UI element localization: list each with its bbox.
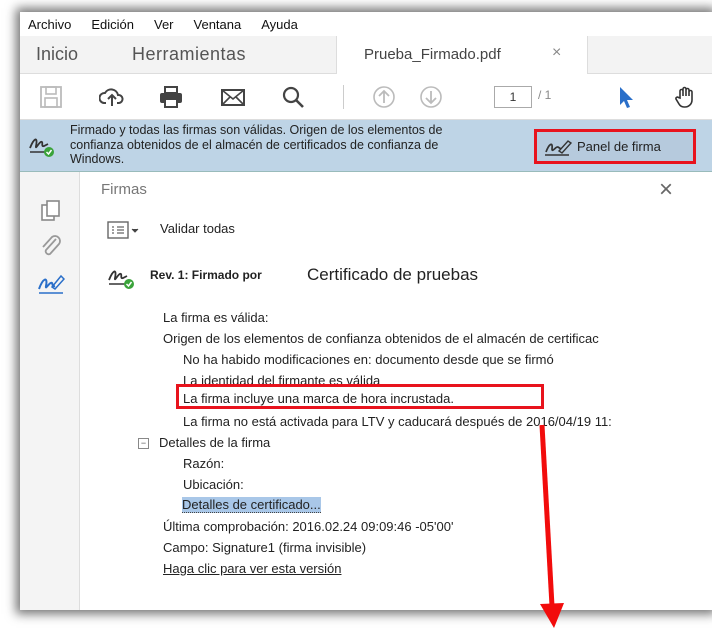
reason-label: Razón: xyxy=(183,456,225,471)
hand-tool-icon[interactable] xyxy=(672,83,700,111)
email-icon[interactable] xyxy=(219,83,247,111)
signature-status-text: Firmado y todas las firmas son válidas. … xyxy=(70,123,443,166)
field-text: Campo: Signature1 (firma invisible) xyxy=(163,540,367,555)
tab-herramientas[interactable]: Herramientas xyxy=(132,44,246,65)
signature-panel-button[interactable]: Panel de firma xyxy=(534,129,696,164)
location-label: Ubicación: xyxy=(183,477,244,492)
next-page-icon[interactable] xyxy=(417,83,445,111)
signature-status-banner: Firmado y todas las firmas son válidas. … xyxy=(20,120,712,172)
attachment-icon[interactable] xyxy=(37,233,65,259)
panel-title: Firmas xyxy=(101,181,147,198)
tab-bar: Inicio Herramientas Prueba_Firmado.pdf × xyxy=(20,36,712,75)
tab-inicio[interactable]: Inicio xyxy=(36,44,78,65)
menu-ver[interactable]: Ver xyxy=(154,17,174,32)
cloud-upload-icon[interactable] xyxy=(98,83,126,111)
previous-page-icon[interactable] xyxy=(370,83,398,111)
tab-document-label: Prueba_Firmado.pdf xyxy=(364,46,501,63)
revision-label[interactable]: Rev. 1: Firmado por xyxy=(150,268,262,282)
signer-name: Certificado de pruebas xyxy=(307,265,479,284)
no-changes-text: No ha habido modificaciones en: document… xyxy=(183,352,554,367)
tab-document[interactable]: Prueba_Firmado.pdf × xyxy=(336,36,588,75)
signature-valid-text: La firma es válida: xyxy=(163,310,269,325)
last-check-text: Última comprobación: 2016.02.24 09:09:46… xyxy=(163,519,454,534)
menu-ventana[interactable]: Ventana xyxy=(194,17,242,32)
certificate-details-link[interactable]: Detalles de certificado... xyxy=(182,497,321,513)
signature-panel-label: Panel de firma xyxy=(577,139,661,154)
close-tab-icon[interactable]: × xyxy=(552,44,561,62)
search-icon[interactable] xyxy=(279,83,307,111)
signature-details-label[interactable]: Detalles de la firma xyxy=(159,435,270,450)
toolbar: 1 / 1 xyxy=(20,74,712,120)
view-version-link[interactable]: Haga clic para ver esta versión xyxy=(163,561,341,576)
ltv-text: La firma no está activada para LTV y cad… xyxy=(183,414,612,429)
menu-archivo[interactable]: Archivo xyxy=(28,17,71,32)
navigation-rail xyxy=(20,172,80,610)
menu-ayuda[interactable]: Ayuda xyxy=(261,17,298,32)
signatures-panel: Firmas × Validar todas Rev. 1: Firmado p… xyxy=(81,172,712,610)
select-cursor-icon[interactable] xyxy=(612,83,640,111)
toolbar-divider xyxy=(343,85,344,109)
validate-all-button[interactable]: Validar todas xyxy=(160,221,235,236)
pages-icon[interactable] xyxy=(37,198,65,224)
collapse-details-icon[interactable]: − xyxy=(138,438,149,449)
trust-origin-text: Origen de los elementos de confianza obt… xyxy=(163,331,599,346)
signatures-panel-icon[interactable] xyxy=(37,271,66,297)
save-icon[interactable] xyxy=(37,83,65,111)
options-menu-icon[interactable] xyxy=(107,220,147,240)
page-number-input[interactable]: 1 xyxy=(494,86,532,108)
signature-valid-icon xyxy=(28,132,56,158)
page-total: / 1 xyxy=(538,88,552,102)
print-icon[interactable] xyxy=(157,83,185,111)
signature-valid-icon xyxy=(107,264,137,290)
menu-bar: Archivo Edición Ver Ventana Ayuda xyxy=(20,12,712,36)
signature-pen-icon xyxy=(545,139,573,156)
menu-edicion[interactable]: Edición xyxy=(91,17,134,32)
acrobat-window: Archivo Edición Ver Ventana Ayuda Inicio… xyxy=(20,12,712,610)
close-panel-icon[interactable]: × xyxy=(659,176,673,204)
timestamp-text: La firma incluye una marca de hora incru… xyxy=(183,391,454,406)
